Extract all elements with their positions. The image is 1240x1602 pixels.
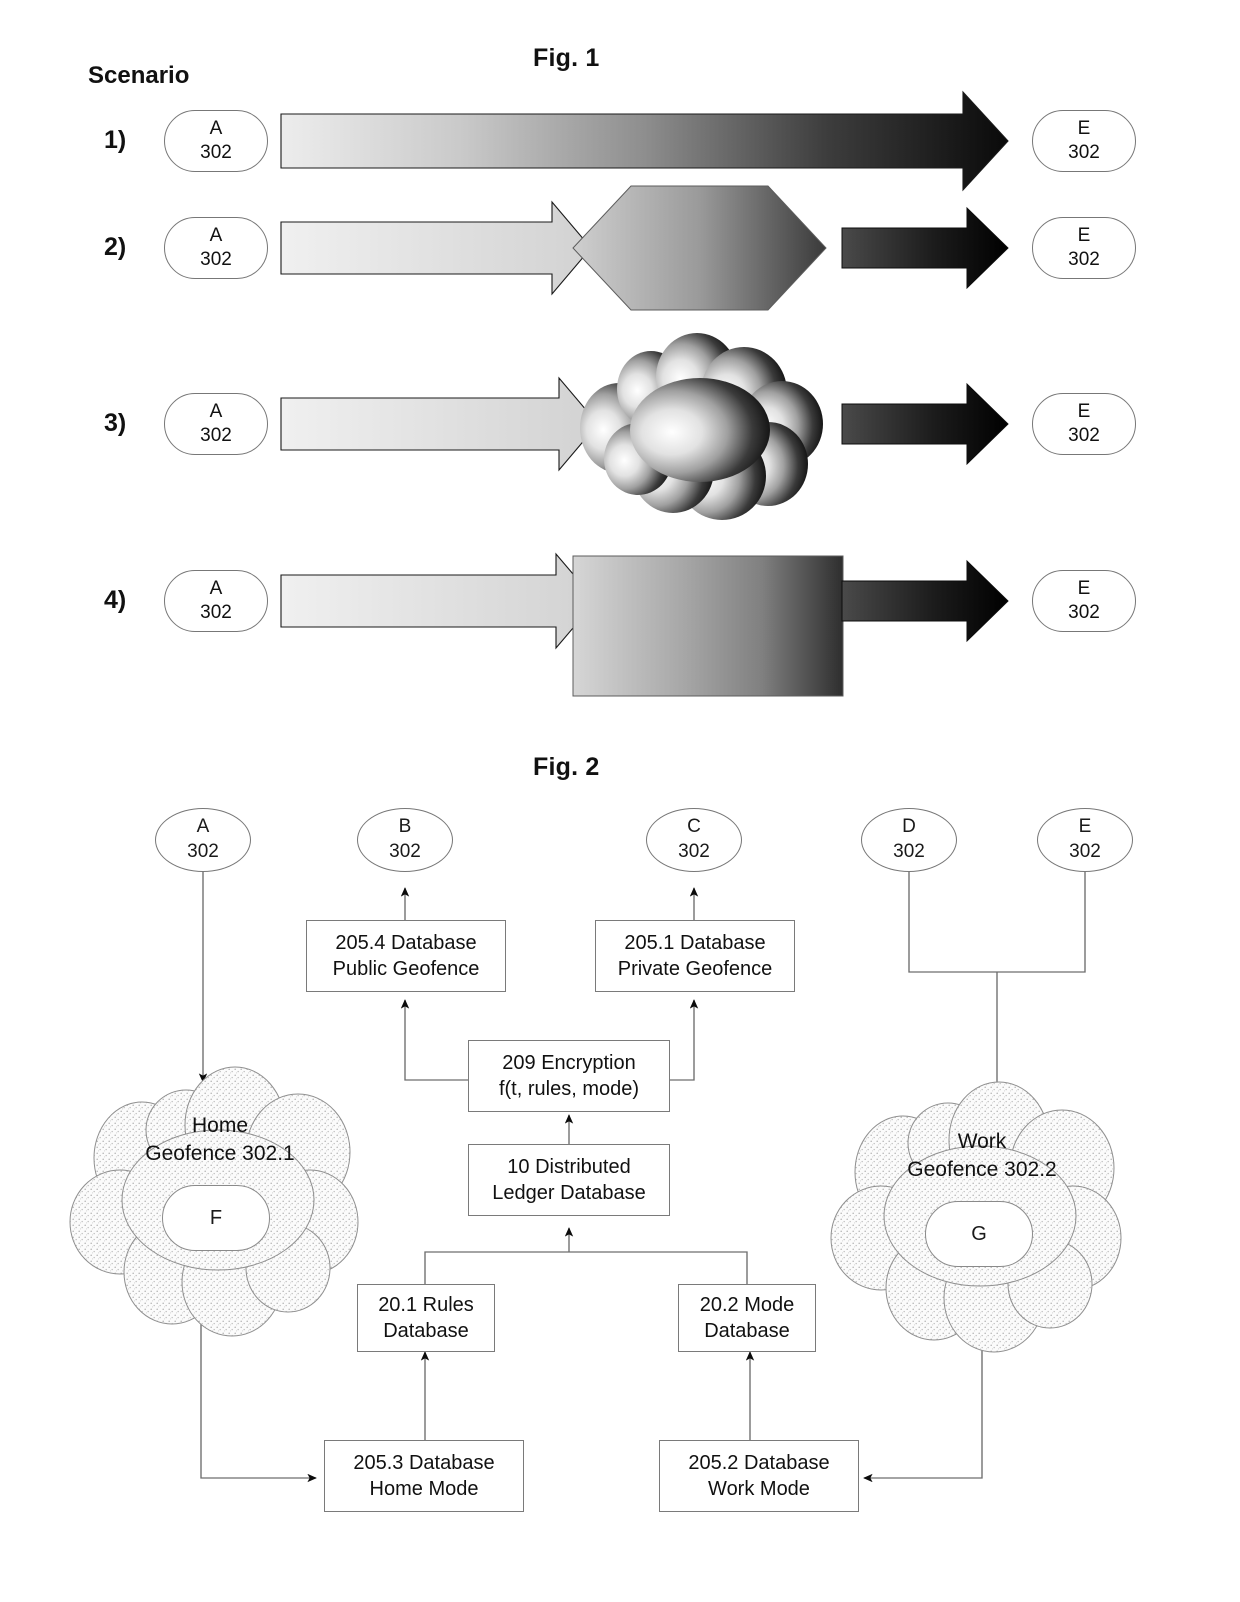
node-id: A xyxy=(196,816,210,838)
work-geofence-line1: Work xyxy=(957,1130,1007,1153)
work-geofence-line2: Geofence 302.2 xyxy=(907,1158,1057,1182)
node-id: A xyxy=(209,577,223,599)
fig1-row3-left-arrow xyxy=(280,376,599,472)
node-id: G xyxy=(971,1222,987,1245)
node-ref: 302 xyxy=(1068,602,1100,623)
node-ref: 302 xyxy=(1068,249,1100,270)
fig2-box-mode-db: 20.2 Mode Database xyxy=(678,1284,816,1352)
fig1-row2-left-arrow xyxy=(280,200,592,296)
fig2-box-rules-db: 20.1 Rules Database xyxy=(357,1284,495,1352)
fig2-node-b: B 302 xyxy=(357,808,453,872)
fig2-node-e: E 302 xyxy=(1037,808,1133,872)
fig2-box-public-geofence: 205.4 Database Public Geofence xyxy=(306,920,506,992)
box-line1: 20.1 Rules xyxy=(378,1293,474,1316)
fig2-box-home-mode: 205.3 Database Home Mode xyxy=(324,1440,524,1512)
fig1-row3-right-arrow xyxy=(841,382,1009,466)
box-line1: 205.1 Database xyxy=(624,931,766,954)
box-line1: 10 Distributed xyxy=(507,1155,631,1178)
box-line2: Public Geofence xyxy=(332,958,480,980)
fig1-row-number-1: 1) xyxy=(104,126,127,154)
node-id: B xyxy=(398,816,412,838)
fig2-node-a: A 302 xyxy=(155,808,251,872)
fig1-row2-hexagon xyxy=(572,185,827,311)
node-ref: 302 xyxy=(1069,841,1101,862)
fig1-row4-square xyxy=(572,555,844,697)
fig1-row4-right-arrow xyxy=(841,559,1009,643)
box-line1: 20.2 Mode xyxy=(699,1293,795,1316)
fig1-row4-left-arrow xyxy=(280,552,597,650)
box-line1: 205.2 Database xyxy=(688,1451,830,1474)
scenario-header: Scenario xyxy=(88,62,190,89)
fig1-node-source-1: A 302 xyxy=(164,110,268,172)
box-line2: f(t, rules, mode) xyxy=(498,1078,640,1100)
fig2-box-ledger: 10 Distributed Ledger Database xyxy=(468,1144,670,1216)
fig1-row-number-3: 3) xyxy=(104,409,127,437)
node-id: A xyxy=(209,224,223,246)
fig1-row3-cloud xyxy=(580,333,823,520)
node-ref: 302 xyxy=(893,841,925,862)
node-ref: 302 xyxy=(1068,425,1100,446)
box-line2: Work Mode xyxy=(708,1478,810,1500)
home-geofence-line1: Home xyxy=(191,1114,249,1137)
fig1-row2-right-arrow xyxy=(841,206,1009,290)
fig1-node-source-2: A 302 xyxy=(164,217,268,279)
fig2-node-c: C 302 xyxy=(646,808,742,872)
figure1-title: Fig. 1 xyxy=(533,44,600,72)
box-line1: 205.3 Database xyxy=(353,1451,495,1474)
box-line2: Ledger Database xyxy=(492,1182,646,1204)
fig1-node-target-3: E 302 xyxy=(1032,393,1136,455)
node-ref: 302 xyxy=(200,142,232,163)
box-line2: Private Geofence xyxy=(617,958,773,980)
node-id: E xyxy=(1078,816,1092,838)
box-line2: Home Mode xyxy=(369,1478,479,1500)
work-geofence-label: Work Geofence 302.2 xyxy=(862,1128,1102,1185)
fig1-row-number-4: 4) xyxy=(104,586,127,614)
fig1-node-target-2: E 302 xyxy=(1032,217,1136,279)
work-geofence-node-g: G xyxy=(925,1201,1033,1267)
patent-figure-page: Fig. 1 Scenario 1) A 302 E 302 2) A 302 … xyxy=(0,0,1240,1602)
node-id: C xyxy=(687,816,701,838)
node-ref: 302 xyxy=(1068,142,1100,163)
fig2-box-encryption: 209 Encryption f(t, rules, mode) xyxy=(468,1040,670,1112)
fig2-node-d: D 302 xyxy=(861,808,957,872)
fig2-box-work-mode: 205.2 Database Work Mode xyxy=(659,1440,859,1512)
fig2-box-private-geofence: 205.1 Database Private Geofence xyxy=(595,920,795,992)
node-id: D xyxy=(902,816,916,838)
node-id: E xyxy=(1077,577,1091,599)
node-ref: 302 xyxy=(200,602,232,623)
box-line2: Database xyxy=(383,1320,469,1342)
home-geofence-label: Home Geofence 302.1 xyxy=(100,1112,340,1169)
node-ref: 302 xyxy=(389,841,421,862)
box-line1: 209 Encryption xyxy=(502,1051,636,1074)
fig1-node-target-1: E 302 xyxy=(1032,110,1136,172)
fig1-node-source-4: A 302 xyxy=(164,570,268,632)
fig1-row-number-2: 2) xyxy=(104,233,127,261)
node-ref: 302 xyxy=(200,425,232,446)
fig1-node-target-4: E 302 xyxy=(1032,570,1136,632)
home-geofence-node-f: F xyxy=(162,1185,270,1251)
node-ref: 302 xyxy=(187,841,219,862)
node-ref: 302 xyxy=(678,841,710,862)
box-line1: 205.4 Database xyxy=(335,931,477,954)
node-id: A xyxy=(209,400,223,422)
node-id: E xyxy=(1077,117,1091,139)
node-ref: 302 xyxy=(200,249,232,270)
node-id: F xyxy=(209,1206,223,1229)
figure2-title: Fig. 2 xyxy=(533,753,600,781)
home-geofence-line2: Geofence 302.1 xyxy=(145,1142,295,1166)
fig1-node-source-3: A 302 xyxy=(164,393,268,455)
box-line2: Database xyxy=(704,1320,790,1342)
node-id: E xyxy=(1077,400,1091,422)
node-id: A xyxy=(209,117,223,139)
fig1-row1-arrow xyxy=(280,90,1009,192)
node-id: E xyxy=(1077,224,1091,246)
